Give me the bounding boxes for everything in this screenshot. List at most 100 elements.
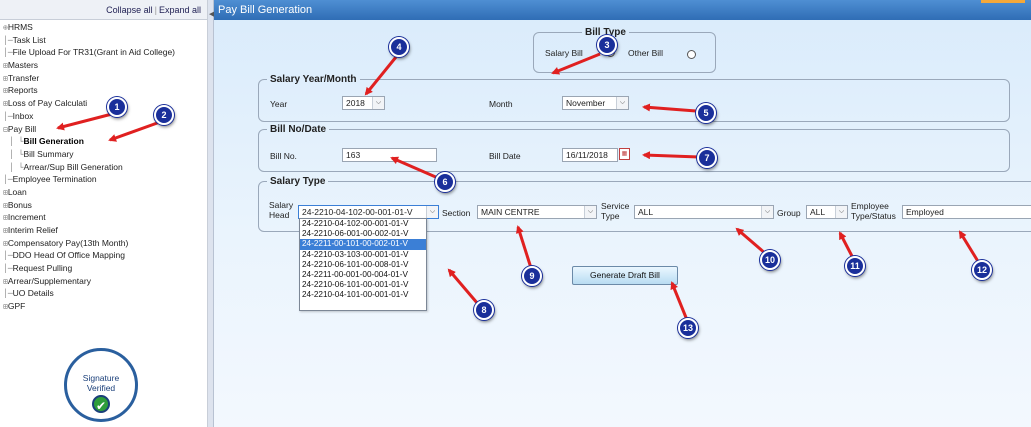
group-label: Group (777, 208, 801, 218)
toolbar-separator: | (154, 5, 157, 15)
sidebar-item-label: Bill Generation (23, 136, 84, 147)
generate-draft-bill-button[interactable]: Generate Draft Bill (572, 266, 678, 285)
tree-connector-icon: │─ (3, 251, 13, 261)
sidebar-item-label: Loan (7, 186, 27, 197)
bill-date-input[interactable]: 16/11/2018 (562, 148, 618, 162)
collapse-all-link[interactable]: Collapse all (106, 5, 153, 15)
section-label: Section (442, 208, 471, 218)
sidebar-item-label: Request Pulling (12, 263, 73, 274)
annotation-badge-4: 4 (389, 37, 409, 57)
month-label: Month (489, 99, 513, 109)
sidebar-item-label: Increment (7, 212, 46, 223)
sidebar-item-label: Masters (7, 60, 39, 71)
annotation-badge-10: 10 (760, 250, 780, 270)
section-select[interactable]: MAIN CENTRE ⌵ (477, 205, 597, 219)
employee-status-select[interactable]: Employed (902, 205, 1031, 219)
chevron-down-icon[interactable]: ⌵ (616, 97, 628, 109)
salary-head-option[interactable]: 24-2210-04-101-00-001-01-V (300, 290, 426, 300)
year-label: Year (270, 99, 288, 109)
sidebar-item[interactable]: │─ UO Details (3, 287, 208, 300)
sidebar-item[interactable]: ⊞ Increment (3, 211, 208, 224)
annotation-badge-7: 7 (697, 148, 717, 168)
sidebar-item[interactable]: ⊞ Masters (3, 59, 208, 72)
bill-no-input[interactable]: 163 (342, 148, 437, 162)
tree-connector-icon: │─ (3, 289, 13, 299)
salary-head-option[interactable]: 24-2210-06-001-00-002-01-V (300, 229, 426, 239)
expand-all-link[interactable]: Expand all (159, 5, 201, 15)
sidebar-item[interactable]: │─ Employee Termination (3, 173, 208, 186)
sidebar-item-label: UO Details (12, 288, 54, 299)
sidebar-item-label: Inbox (12, 110, 34, 121)
group-select[interactable]: ALL ⌵ (806, 205, 848, 219)
chevron-down-icon[interactable]: ⌵ (835, 206, 847, 218)
sidebar-item-label: Employee Termination (12, 174, 97, 185)
sidebar-item-label: Arrear/Sup Bill Generation (23, 161, 123, 172)
tree-connector-icon: │ └ (9, 149, 24, 159)
salary-period-legend: Salary Year/Month (270, 74, 357, 85)
sidebar-item-label: Pay Bill (7, 123, 37, 134)
sidebar-item[interactable]: │─ Inbox (3, 110, 208, 123)
sidebar-item[interactable]: ⊞ Loan (3, 186, 208, 199)
bill-date-label: Bill Date (489, 151, 521, 161)
sidebar-item[interactable]: ⊞ Loss of Pay Calculati (3, 97, 208, 110)
sidebar-item[interactable]: │─ DDO Head Of Office Mapping (3, 249, 208, 262)
salary-head-option[interactable]: 24-2210-03-103-00-001-01-V (300, 250, 426, 260)
annotation-badge-12: 12 (972, 260, 992, 280)
chevron-down-icon[interactable]: ⌵ (372, 97, 384, 109)
tree-connector-icon: │─ (3, 35, 13, 45)
tree-connector-icon: │─ (3, 175, 13, 185)
salary-head-option[interactable]: 24-2210-06-101-00-008-01-V (300, 260, 426, 270)
year-select[interactable]: 2018 ⌵ (342, 96, 385, 110)
sidebar-item[interactable]: │ └ Bill Generation (3, 135, 208, 148)
sidebar-item[interactable]: ⊞ Reports (3, 84, 208, 97)
calendar-icon[interactable]: ▦ (619, 148, 630, 160)
sidebar-item-label: Arrear/Supplementary (7, 275, 91, 286)
sidebar-item[interactable]: ⊕ HRMS (3, 21, 208, 34)
annotation-badge-6: 6 (435, 172, 455, 192)
salary-head-option[interactable]: 24-2210-06-101-00-001-01-V (300, 280, 426, 290)
sidebar-item-label: Compensatory Pay(13th Month) (7, 237, 129, 248)
salary-head-select[interactable]: 24-2210-04-102-00-001-01-V ⌵ (298, 205, 439, 219)
sidebar-item[interactable]: ⊞ Interim Relief (3, 224, 208, 237)
sidebar-item[interactable]: │─ File Upload For TR31(Grant in Aid Coll… (3, 46, 208, 59)
annotation-badge-13: 13 (678, 318, 698, 338)
tree-connector-icon: │─ (3, 264, 13, 274)
sidebar-item-label: File Upload For TR31(Grant in Aid Colleg… (12, 47, 175, 58)
salary-head-option[interactable]: 24-2211-00-001-00-004-01-V (300, 270, 426, 280)
chevron-down-icon[interactable]: ⌵ (584, 206, 596, 218)
sidebar-item[interactable]: ⊞ Bonus (3, 199, 208, 212)
tree-connector-icon: │ └ (9, 162, 24, 172)
service-type-select[interactable]: ALL ⌵ (634, 205, 774, 219)
navigation-tree: ⊕ HRMS │─ Task List │─ File Upload For TR31(G… (3, 21, 208, 313)
sidebar-item[interactable]: ⊞ Compensatory Pay(13th Month) (3, 237, 208, 250)
sidebar-toolbar: Collapse all | Expand all (0, 0, 207, 20)
sidebar-item-label: GPF (7, 301, 26, 312)
chevron-down-icon[interactable]: ⌵ (761, 206, 773, 218)
annotation-badge-9: 9 (522, 266, 542, 286)
sidebar-item[interactable]: │─ Request Pulling (3, 262, 208, 275)
annotation-badge-11: 11 (845, 256, 865, 276)
chevron-down-icon[interactable]: ⌵ (426, 206, 438, 218)
salary-head-option[interactable]: 24-2210-04-102-00-001-01-V (300, 219, 426, 229)
sidebar-item-label: HRMS (7, 22, 33, 32)
sidebar-item[interactable]: ⊞ Transfer (3, 72, 208, 85)
sidebar-item[interactable]: ⊞ GPF (3, 300, 208, 313)
sidebar-item[interactable]: │─ Task List (3, 34, 208, 47)
sidebar-item[interactable]: │ └ Arrear/Sup Bill Generation (3, 161, 208, 174)
sidebar-item-label: Bill Summary (23, 148, 74, 159)
title-accent (981, 0, 1025, 3)
month-select[interactable]: November ⌵ (562, 96, 629, 110)
other-bill-radio[interactable] (687, 50, 696, 59)
sidebar-item[interactable]: ⊟ Pay Bill (3, 123, 208, 136)
sidebar-item-label: Reports (7, 85, 38, 96)
check-icon: ✔ (92, 395, 110, 413)
other-bill-label: Other Bill (628, 48, 663, 58)
bill-no-label: Bill No. (270, 151, 297, 161)
salary-head-dropdown-list[interactable]: 24-2210-04-102-00-001-01-V 24-2210-06-001… (299, 218, 427, 311)
sidebar-item-label: Transfer (7, 72, 40, 83)
salary-head-option[interactable]: 24-2211-00-101-00-002-01-V (300, 239, 426, 250)
sidebar: Collapse all | Expand all ⊕ HRMS │─ Task List… (0, 0, 208, 427)
sidebar-item[interactable]: │ └ Bill Summary (3, 148, 208, 161)
tree-connector-icon: │─ (3, 48, 13, 58)
sidebar-item[interactable]: ⊞ Arrear/Supplementary (3, 275, 208, 288)
